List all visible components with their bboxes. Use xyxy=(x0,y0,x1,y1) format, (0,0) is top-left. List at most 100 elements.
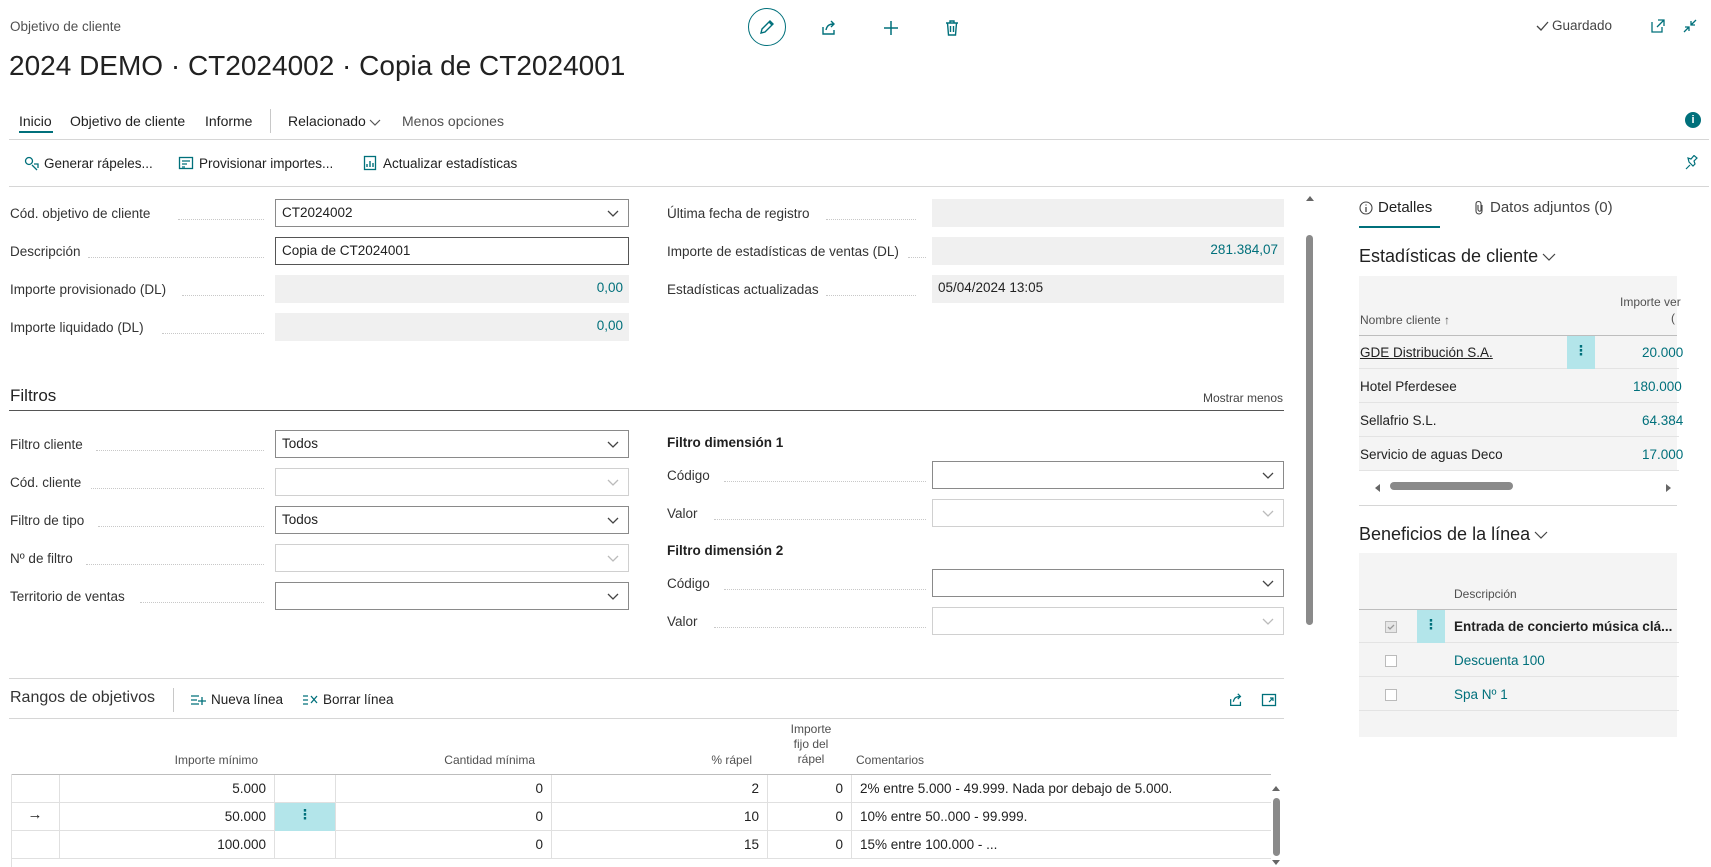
generar-rapeles-button[interactable]: Generar rápeles... xyxy=(23,155,153,171)
filtro-tipo-select[interactable]: Todos xyxy=(275,506,629,534)
nueva-linea-button[interactable]: Nueva línea xyxy=(190,691,283,707)
list-item[interactable]: ⋮ Entrada de concierto música clá... xyxy=(1359,610,1679,643)
checkbox-checked[interactable] xyxy=(1385,621,1397,633)
delete-button[interactable] xyxy=(940,16,964,40)
table-row[interactable]: → 50.000 ⋮ 0 10 0 10% entre 50..000 - 99… xyxy=(11,803,1271,831)
list-item[interactable]: Spa Nº 1 xyxy=(1359,678,1679,711)
descripcion-input[interactable]: Copia de CT2024001 xyxy=(275,237,629,265)
cliente-nombre-link[interactable]: GDE Distribución S.A. xyxy=(1360,345,1493,360)
comentario-cell[interactable]: 10% entre 50..000 - 99.999. xyxy=(852,803,1271,831)
tab-datos-adjuntos[interactable]: Datos adjuntos (0) xyxy=(1473,199,1613,216)
open-new-window-button[interactable] xyxy=(1648,16,1668,36)
dim2-valor-select[interactable] xyxy=(932,607,1284,635)
checkbox[interactable] xyxy=(1385,655,1397,667)
tab-detalles[interactable]: Detalles xyxy=(1359,199,1432,216)
col-importe-minimo[interactable]: Importe mínimo xyxy=(160,753,258,767)
list-item[interactable]: Servicio de aguas Deco 17.000 xyxy=(1359,438,1683,471)
table-row[interactable]: 5.000 0 2 0 2% entre 5.000 - 49.999. Nad… xyxy=(11,775,1271,803)
cliente-importe[interactable]: 20.000 xyxy=(1642,345,1683,360)
row-menu-cell[interactable] xyxy=(275,831,336,859)
scroll-up-button[interactable] xyxy=(1305,191,1315,201)
hscroll-right[interactable] xyxy=(1665,481,1673,496)
provisionar-importes-button[interactable]: Provisionar importes... xyxy=(178,155,333,171)
hscroll-thumb[interactable] xyxy=(1390,482,1513,490)
col-pct-rapel[interactable]: % rápel xyxy=(680,753,752,767)
importe-minimo-cell[interactable]: 50.000 xyxy=(60,803,275,831)
importe-minimo-cell[interactable]: 100.000 xyxy=(60,831,275,859)
dim2-codigo-select[interactable] xyxy=(932,569,1284,597)
grid-scroll-down[interactable] xyxy=(1271,856,1281,867)
importe-liquidado-value[interactable]: 0,00 xyxy=(275,313,629,341)
collapse-button[interactable] xyxy=(1680,16,1700,36)
estadisticas-actualizadas-value[interactable]: 05/04/2024 13:05 xyxy=(932,275,1284,303)
cod-objetivo-select[interactable]: CT2024002 xyxy=(275,199,629,227)
importe-estadisticas-value[interactable]: 281.384,07 xyxy=(932,237,1284,265)
list-item[interactable]: Hotel Pferdesee 180.000 xyxy=(1359,370,1682,403)
col-descripcion[interactable]: Descripción xyxy=(1454,587,1517,601)
row-menu-button[interactable]: ⋮ xyxy=(1567,336,1595,369)
cantidad-minima-cell[interactable]: 0 xyxy=(336,831,552,859)
territorio-select[interactable] xyxy=(275,582,629,610)
importe-fijo-cell[interactable]: 0 xyxy=(768,803,852,831)
info-icon[interactable]: i xyxy=(1685,112,1701,128)
grid-scroll-up[interactable] xyxy=(1271,781,1281,796)
beneficios-header[interactable]: Beneficios de la línea xyxy=(1359,524,1548,545)
cantidad-minima-cell[interactable]: 0 xyxy=(336,775,552,803)
dim1-valor-select[interactable] xyxy=(932,499,1284,527)
beneficio-descripcion[interactable]: Entrada de concierto música clá... xyxy=(1454,619,1672,634)
row-menu-cell[interactable] xyxy=(275,775,336,803)
grid-scrollbar-thumb[interactable] xyxy=(1273,798,1280,856)
beneficio-descripcion[interactable]: Descuenta 100 xyxy=(1454,653,1545,668)
cantidad-minima-cell[interactable]: 0 xyxy=(336,803,552,831)
tab-menos-opciones[interactable]: Menos opciones xyxy=(402,113,504,129)
pin-button[interactable] xyxy=(1683,154,1701,172)
tab-relacionado[interactable]: Relacionado xyxy=(288,113,366,129)
cod-cliente-select[interactable] xyxy=(275,468,629,496)
pct-rapel-cell[interactable]: 10 xyxy=(552,803,768,831)
hscroll-left[interactable] xyxy=(1373,481,1381,496)
importe-provisionado-value[interactable]: 0,00 xyxy=(275,275,629,303)
cliente-nombre[interactable]: Hotel Pferdesee xyxy=(1360,379,1457,394)
filtro-cliente-select[interactable]: Todos xyxy=(275,430,629,458)
list-item[interactable]: Sellafrio S.L. 64.384 xyxy=(1359,404,1683,437)
importe-minimo-cell[interactable]: 5.000 xyxy=(60,775,275,803)
rangos-expand-button[interactable] xyxy=(1259,690,1279,710)
actualizar-estadisticas-button[interactable]: Actualizar estadísticas xyxy=(362,155,517,171)
new-button[interactable] xyxy=(879,16,903,40)
main-scrollbar-thumb[interactable] xyxy=(1306,235,1313,625)
mostrar-menos-link[interactable]: Mostrar menos xyxy=(1203,391,1283,405)
list-item[interactable]: GDE Distribución S.A. ⋮ 20.000 xyxy=(1359,336,1683,369)
importe-fijo-cell[interactable]: 0 xyxy=(768,775,852,803)
col-importe-ventas[interactable]: Importe ver xyxy=(1620,295,1681,309)
dim1-codigo-select[interactable] xyxy=(932,461,1284,489)
col-importe-fijo[interactable]: Importe fijo del rápel xyxy=(782,722,840,767)
row-menu-button[interactable]: ⋮ xyxy=(275,803,336,831)
beneficio-descripcion[interactable]: Spa Nº 1 xyxy=(1454,687,1508,702)
tab-inicio[interactable]: Inicio xyxy=(19,113,52,129)
cliente-importe[interactable]: 17.000 xyxy=(1642,447,1683,462)
cliente-importe[interactable]: 64.384 xyxy=(1642,413,1683,428)
pct-rapel-cell[interactable]: 15 xyxy=(552,831,768,859)
col-nombre-cliente[interactable]: Nombre cliente ↑ xyxy=(1360,313,1450,327)
cliente-importe[interactable]: 180.000 xyxy=(1633,379,1682,394)
edit-button[interactable] xyxy=(748,8,786,46)
comentario-cell[interactable]: 2% entre 5.000 - 49.999. Nada por debajo… xyxy=(852,775,1271,803)
ultima-fecha-value[interactable] xyxy=(932,199,1284,227)
tab-informe[interactable]: Informe xyxy=(205,113,252,129)
checkbox[interactable] xyxy=(1385,689,1397,701)
col-comentarios[interactable]: Comentarios xyxy=(856,753,924,767)
col-cantidad-minima[interactable]: Cantidad mínima xyxy=(400,753,535,767)
cliente-nombre[interactable]: Sellafrio S.L. xyxy=(1360,413,1437,428)
rangos-share-button[interactable] xyxy=(1226,690,1246,710)
comentario-cell[interactable]: 15% entre 100.000 - ... xyxy=(852,831,1271,859)
n-filtro-select[interactable] xyxy=(275,544,629,572)
row-menu-button[interactable]: ⋮ xyxy=(1417,610,1445,643)
table-row[interactable]: 100.000 0 15 0 15% entre 100.000 - ... xyxy=(11,831,1271,859)
estadisticas-cliente-header[interactable]: Estadísticas de cliente xyxy=(1359,246,1556,267)
importe-fijo-cell[interactable]: 0 xyxy=(768,831,852,859)
pct-rapel-cell[interactable]: 2 xyxy=(552,775,768,803)
tab-objetivo-de-cliente[interactable]: Objetivo de cliente xyxy=(70,113,185,129)
borrar-linea-button[interactable]: Borrar línea xyxy=(302,691,394,707)
cliente-nombre[interactable]: Servicio de aguas Deco xyxy=(1360,447,1503,462)
list-item[interactable]: Descuenta 100 xyxy=(1359,644,1679,677)
